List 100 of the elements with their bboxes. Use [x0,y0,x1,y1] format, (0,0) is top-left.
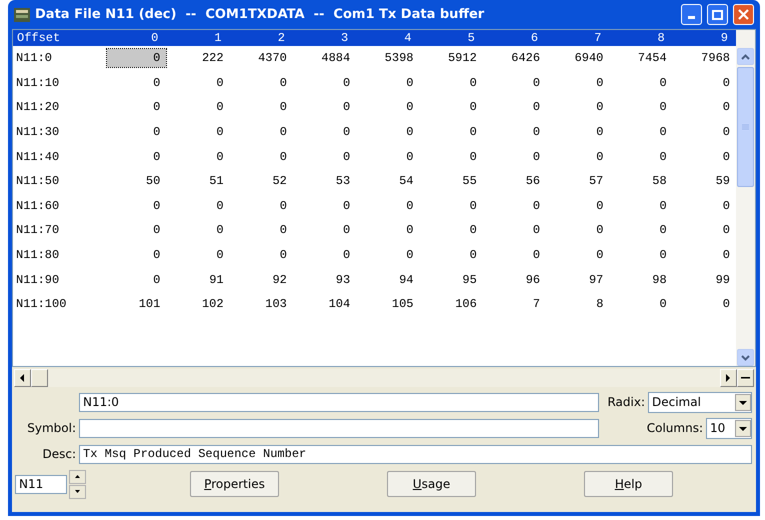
table-cell[interactable]: 104 [296,295,356,314]
table-cell[interactable]: 0 [170,98,230,116]
table-cell[interactable]: 95 [423,270,483,289]
table-cell[interactable]: 0 [107,221,166,240]
table-cell[interactable]: 0 [676,148,736,166]
table-cell[interactable]: 0 [486,98,546,116]
table-cell[interactable]: 98 [613,270,673,289]
scroll-down-button[interactable] [737,349,754,366]
maximize-button[interactable] [707,4,728,25]
table-cell[interactable]: 106 [423,295,483,314]
table-cell[interactable]: 0 [423,196,483,215]
table-cell[interactable]: 0 [613,221,673,240]
table-cell[interactable]: 93 [296,270,356,289]
table-cell[interactable]: 0 [170,74,230,92]
table-cell[interactable]: 0 [296,246,356,264]
table-cell[interactable]: 92 [234,270,293,289]
table-cell[interactable]: 105 [360,295,420,314]
table-cell[interactable]: 0 [550,148,610,166]
minimize-button[interactable] [681,4,702,25]
table-cell[interactable]: 94 [360,270,420,289]
table-cell[interactable]: 7 [486,295,546,314]
table-cell[interactable]: 0 [234,196,293,215]
table-cell[interactable]: 0 [676,246,736,264]
table-cell[interactable]: 0 [550,98,610,116]
table-cell[interactable]: 0 [550,196,610,215]
spin-up-button[interactable] [69,470,86,484]
table-cell[interactable]: 222 [170,49,230,68]
table-cell[interactable]: 4884 [296,49,356,68]
table-cell[interactable]: 0 [613,148,673,166]
table-cell[interactable]: 0 [107,270,166,289]
table-cell[interactable]: 7968 [676,49,736,68]
columns-dropdown[interactable]: 10 [706,418,752,438]
table-cell[interactable]: 0 [486,196,546,215]
scroll-left-button[interactable] [14,369,31,387]
table-cell[interactable]: 5912 [423,49,483,68]
table-cell[interactable]: 96 [486,270,546,289]
table-cell[interactable]: 0 [550,123,610,142]
table-cell[interactable]: 0 [676,123,736,142]
table-cell[interactable]: 0 [296,123,356,142]
table-cell[interactable]: 0 [676,295,736,314]
dialog-button[interactable]: Properties [190,471,279,497]
table-cell[interactable]: 0 [234,74,293,92]
table-cell[interactable]: 0 [423,148,483,166]
spin-down-button[interactable] [69,484,86,498]
address-field[interactable]: N11:0 [79,392,599,412]
table-cell[interactable]: 0 [613,98,673,116]
table-cell[interactable]: 53 [296,172,356,190]
table-cell[interactable]: 0 [234,98,293,116]
table-cell[interactable]: 0 [676,98,736,116]
table-cell[interactable]: 0 [423,123,483,142]
radix-dropdown[interactable]: Decimal [648,392,752,412]
table-cell[interactable]: 0 [360,246,420,264]
collapse-button[interactable] [737,369,754,387]
table-cell[interactable]: 0 [360,196,420,215]
table-cell[interactable]: 51 [170,172,230,190]
table-cell[interactable]: 0 [107,74,166,92]
table-cell[interactable]: 0 [170,196,230,215]
table-cell[interactable]: 50 [107,172,166,190]
table-cell[interactable]: 57 [550,172,610,190]
table-cell[interactable]: 0 [423,74,483,92]
table-cell[interactable]: 0 [613,74,673,92]
table-cell[interactable]: 0 [486,221,546,240]
table-cell[interactable]: 91 [170,270,230,289]
table-cell[interactable]: 0 [613,246,673,264]
table-cell[interactable]: 58 [613,172,673,190]
table-cell[interactable]: 0 [107,148,166,166]
table-cell[interactable]: 0 [423,221,483,240]
dialog-button[interactable]: Help [584,471,673,497]
table-cell[interactable]: 0 [170,148,230,166]
table-cell[interactable]: 0 [296,98,356,116]
table-cell[interactable]: 0 [486,246,546,264]
table-cell[interactable]: 0 [107,49,166,68]
table-cell[interactable]: 55 [423,172,483,190]
table-cell[interactable]: 0 [234,246,293,264]
table-cell[interactable]: 4370 [234,49,293,68]
table-cell[interactable]: 0 [613,196,673,215]
table-cell[interactable]: 0 [676,74,736,92]
table-cell[interactable]: 0 [676,221,736,240]
table-cell[interactable]: 0 [676,196,736,215]
table-cell[interactable]: 0 [423,246,483,264]
table-cell[interactable]: 0 [360,148,420,166]
scroll-right-button[interactable] [720,369,737,387]
table-cell[interactable]: 6940 [550,49,610,68]
scroll-up-button[interactable] [737,48,754,65]
table-cell[interactable]: 0 [550,74,610,92]
table-cell[interactable]: 7454 [613,49,673,68]
table-cell[interactable]: 99 [676,270,736,289]
table-cell[interactable]: 0 [296,196,356,215]
table-cell[interactable]: 0 [613,123,673,142]
desc-field[interactable]: Tx Msq Produced Sequence Number [79,444,752,464]
table-cell[interactable]: 0 [170,221,230,240]
table-cell[interactable]: 59 [676,172,736,190]
table-cell[interactable]: 0 [107,98,166,116]
symbol-field[interactable] [79,418,599,438]
table-cell[interactable]: 101 [107,295,166,314]
table-cell[interactable]: 0 [170,123,230,142]
table-cell[interactable]: 0 [170,246,230,264]
table-cell[interactable]: 0 [234,148,293,166]
table-cell[interactable]: 0 [423,98,483,116]
table-cell[interactable]: 102 [170,295,230,314]
